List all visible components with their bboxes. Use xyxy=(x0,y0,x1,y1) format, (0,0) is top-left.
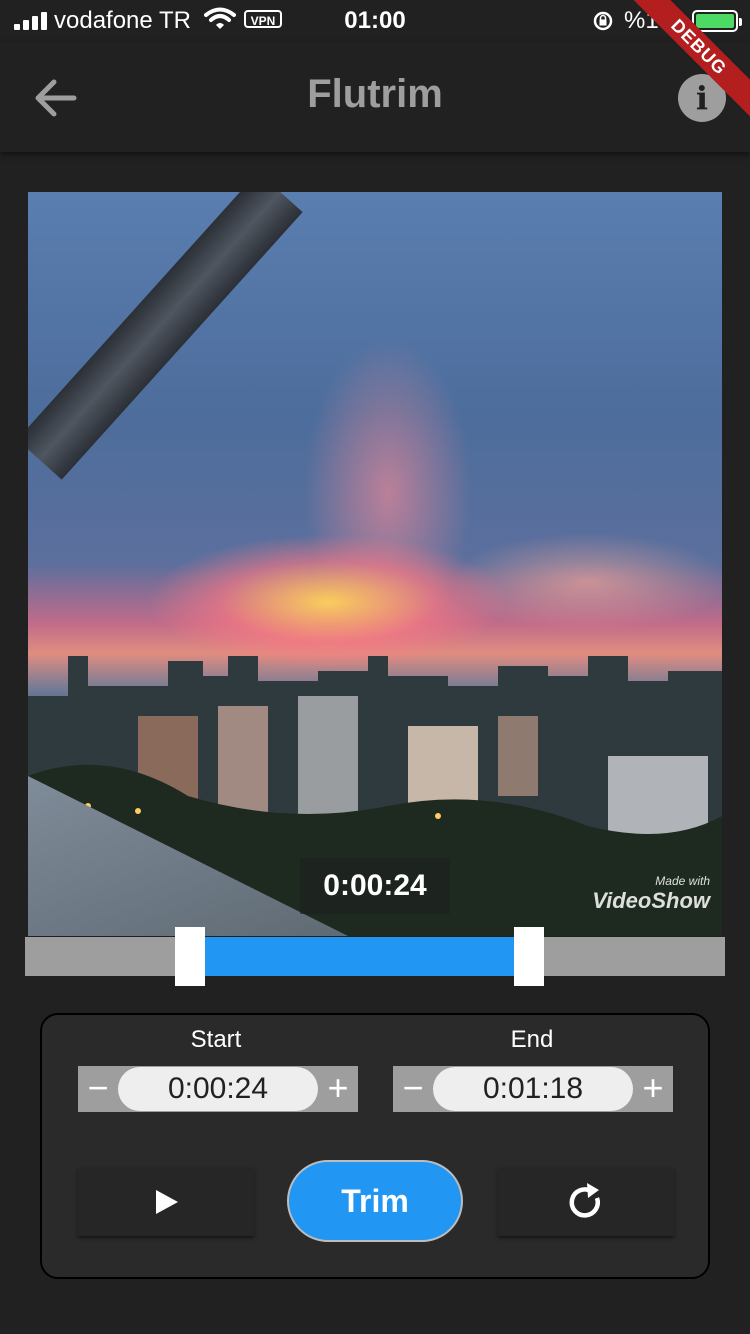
page-title: Flutrim xyxy=(307,72,443,116)
start-handle[interactable] xyxy=(175,927,205,986)
end-handle[interactable] xyxy=(514,927,544,986)
status-bar: vodafone TR VPN 01:00 %100 xyxy=(0,0,750,42)
end-label: End xyxy=(510,1026,554,1053)
trim-range xyxy=(190,937,529,976)
trim-slider[interactable] xyxy=(25,927,725,986)
video-preview[interactable]: Made with VideoShow xyxy=(28,192,722,936)
start-minus-button[interactable]: − xyxy=(78,1066,118,1112)
end-stepper: − 0:01:18 + xyxy=(393,1066,673,1112)
current-time-label: 0:00:24 xyxy=(300,858,450,914)
battery-percent: %100 xyxy=(624,7,686,34)
end-minus-button[interactable]: − xyxy=(393,1066,433,1112)
trim-button[interactable]: Trim xyxy=(287,1160,463,1242)
reset-button[interactable] xyxy=(498,1168,674,1236)
start-plus-button[interactable]: + xyxy=(318,1066,358,1112)
end-time-field[interactable]: 0:01:18 xyxy=(433,1067,633,1111)
play-icon xyxy=(156,1190,178,1214)
start-stepper: − 0:00:24 + xyxy=(78,1066,358,1112)
rotation-lock-icon xyxy=(593,11,613,31)
start-label: Start xyxy=(190,1026,242,1053)
pole-shape xyxy=(28,192,303,480)
info-icon[interactable]: i xyxy=(678,74,726,122)
battery-icon xyxy=(692,10,742,32)
play-button[interactable] xyxy=(78,1168,254,1236)
app-bar: Flutrim i xyxy=(0,42,750,152)
watermark: Made with VideoShow xyxy=(592,874,710,913)
end-plus-button[interactable]: + xyxy=(633,1066,673,1112)
start-time-field[interactable]: 0:00:24 xyxy=(118,1067,318,1111)
refresh-icon xyxy=(569,1183,600,1218)
battery-fill xyxy=(696,14,734,28)
